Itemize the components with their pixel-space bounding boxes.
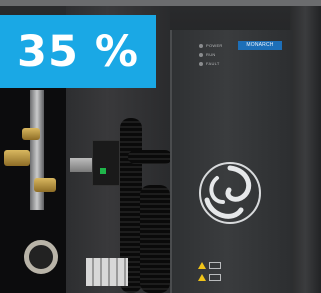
- gasket-ring: [24, 240, 58, 274]
- brass-fitting: [34, 178, 56, 192]
- run-led-icon: [199, 52, 203, 57]
- cable-bundle: [140, 185, 170, 293]
- warning-row-1: [198, 262, 221, 269]
- warning-triangle-icon: [198, 274, 206, 281]
- indicator-label: RUN: [206, 52, 216, 57]
- inverter-brand-label: MONARCH: [238, 41, 282, 50]
- warning-symbol-icon: [209, 274, 221, 281]
- brass-fitting: [4, 150, 30, 166]
- fault-led-icon: [199, 61, 203, 66]
- indicator-fault: FAULT: [199, 61, 220, 66]
- indicator-label: FAULT: [206, 61, 220, 66]
- contactor: [92, 140, 120, 186]
- pipe-vertical: [30, 90, 44, 210]
- indicator-run: RUN: [199, 52, 216, 57]
- green-indicator: [100, 168, 106, 174]
- power-led-icon: [199, 43, 203, 48]
- warning-row-2: [198, 274, 221, 281]
- compressor-cabinet-photo: MONARCH POWER RUN FAULT 35 %: [0, 0, 321, 293]
- percent-badge-text: 35 %: [17, 26, 139, 77]
- terminal-block: [86, 258, 128, 286]
- warning-triangle-icon: [198, 262, 206, 269]
- cabinet-top-edge: [0, 0, 321, 6]
- indicator-power: POWER: [199, 43, 223, 48]
- swirl-logo-icon: [199, 162, 261, 224]
- percent-badge: 35 %: [0, 15, 156, 88]
- indicator-label: POWER: [206, 43, 223, 48]
- brass-fitting: [22, 128, 40, 140]
- warning-symbol-icon: [209, 262, 221, 269]
- right-frame: [290, 0, 321, 293]
- cable-bundle: [128, 150, 172, 164]
